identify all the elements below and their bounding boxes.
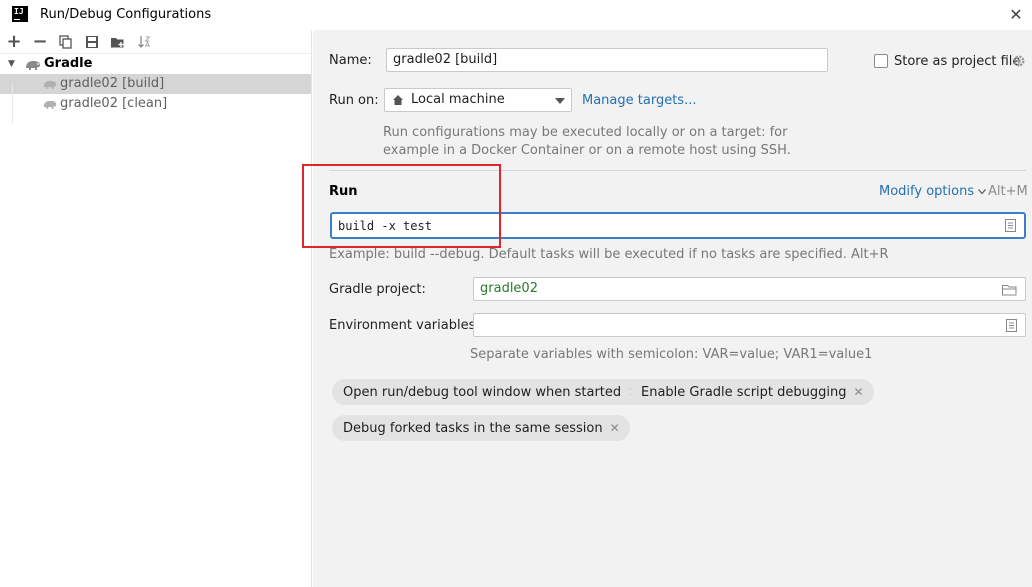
run-section-title: Run	[329, 184, 358, 199]
tree-node-label: Gradle	[44, 56, 93, 71]
tree-item-label: gradle02 [build]	[60, 76, 165, 91]
remove-configuration-button[interactable]: −	[30, 32, 50, 52]
home-icon	[393, 95, 403, 105]
run-on-select[interactable]: Local machine	[384, 88, 572, 112]
intellij-logo-icon: IJ	[12, 6, 28, 22]
gradle-elephant-icon	[43, 100, 57, 109]
environment-variables-field[interactable]	[473, 313, 1026, 337]
copy-configuration-button[interactable]	[56, 32, 76, 52]
chip-label: Debug forked tasks in the same session	[343, 421, 603, 436]
chip-enable-script-debugging: Enable Gradle script debugging ✕	[630, 379, 874, 405]
add-configuration-button[interactable]: +	[4, 32, 24, 52]
sidebar-toolbar: + −	[0, 30, 311, 54]
tasks-value: build -x test	[338, 219, 432, 233]
run-on-hint-line-2: example in a Docker Container or on a re…	[383, 143, 791, 158]
chip-label: Enable Gradle script debugging	[641, 385, 847, 400]
run-on-value: Local machine	[411, 92, 505, 107]
modify-options-link[interactable]: Modify options	[879, 184, 987, 199]
store-as-project-file-checkbox[interactable]	[874, 54, 888, 68]
gradle-elephant-icon	[26, 61, 40, 70]
name-field[interactable]: gradle02 [build]	[386, 48, 828, 72]
close-button[interactable]: ✕	[1004, 4, 1028, 26]
chip-open-tool-window: Open run/debug tool window when started✕	[332, 379, 649, 405]
save-configuration-button[interactable]	[82, 32, 102, 52]
chevron-down-icon	[555, 98, 565, 104]
tree-item-gradle02-build[interactable]: gradle02 [build]	[0, 74, 311, 94]
name-label: Name:	[329, 53, 372, 68]
gradle-project-field[interactable]: gradle02	[473, 277, 1026, 301]
save-icon	[86, 36, 98, 48]
tasks-hint: Example: build --debug. Default tasks wi…	[329, 247, 889, 262]
gradle-project-label: Gradle project:	[329, 282, 426, 297]
edit-variables-icon[interactable]	[1006, 319, 1017, 332]
remove-chip-icon[interactable]: ✕	[854, 379, 864, 405]
sort-alphabetically-icon	[138, 36, 151, 48]
section-divider	[329, 170, 1026, 171]
gradle-elephant-icon	[43, 80, 57, 89]
tree-node-gradle[interactable]: ▼ Gradle	[0, 54, 311, 74]
tree-item-label: gradle02 [clean]	[60, 96, 168, 111]
window-title: Run/Debug Configurations	[40, 7, 212, 22]
tasks-input[interactable]: build -x test	[330, 212, 1026, 239]
chevron-down-icon[interactable]: ▼	[8, 54, 18, 74]
expand-editor-icon[interactable]	[1005, 219, 1016, 232]
chip-debug-forked-tasks: Debug forked tasks in the same session ✕	[332, 415, 630, 441]
folder-icon[interactable]	[1002, 284, 1017, 296]
move-into-folder-button[interactable]	[108, 32, 128, 52]
modify-options-shortcut: Alt+M	[988, 184, 1028, 199]
gear-icon[interactable]	[1012, 54, 1026, 68]
environment-variables-hint: Separate variables with semicolon: VAR=v…	[470, 347, 873, 362]
chevron-down-icon	[978, 188, 987, 194]
folder-add-icon	[111, 38, 124, 48]
sort-configurations-button[interactable]	[134, 32, 154, 52]
modify-options-label: Modify options	[879, 184, 975, 199]
copy-icon	[59, 35, 72, 49]
title-bar: IJ Run/Debug Configurations ✕	[0, 0, 1032, 30]
tree-item-gradle02-clean[interactable]: gradle02 [clean]	[0, 94, 311, 114]
run-on-hint-line-1: Run configurations may be executed local…	[383, 125, 788, 140]
gradle-project-value: gradle02	[480, 281, 538, 296]
remove-chip-icon[interactable]: ✕	[610, 415, 620, 441]
run-on-label: Run on:	[329, 93, 379, 108]
chip-label: Open run/debug tool window when started	[343, 385, 622, 400]
tree-guide-line	[12, 84, 13, 124]
configuration-editor	[313, 30, 1032, 587]
store-as-project-file-label: Store as project file	[894, 54, 1021, 69]
environment-variables-label: Environment variables:	[329, 318, 480, 333]
manage-targets-link[interactable]: Manage targets...	[582, 93, 696, 108]
configurations-sidebar: + − ▼ Gradle gradle02 [build] gradle02 […	[0, 30, 312, 587]
